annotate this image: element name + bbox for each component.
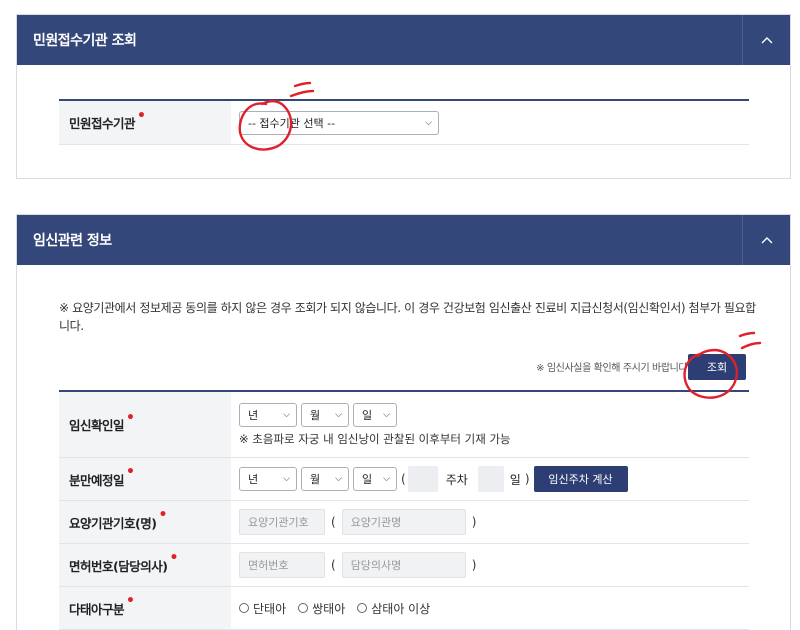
required-mark: •: [169, 550, 178, 566]
form-row: 면허번호(담당의사) • 면허번호 ( 담당의사명 ): [59, 544, 749, 587]
row-label: 면허번호(담당의사) •: [59, 544, 231, 586]
radio-triplets[interactable]: 삼태아 이상: [357, 600, 430, 617]
chevron-up-icon: [761, 37, 772, 44]
paren-open: (: [331, 558, 336, 572]
chevron-down-icon: ⌵: [383, 474, 390, 484]
confirm-month-select[interactable]: 월 ⌵: [301, 402, 349, 427]
form-row: 다태아구분 • 단태아 쌍태아 삼태아 이상: [59, 587, 749, 630]
row-value: 면허번호 ( 담당의사명 ): [231, 544, 749, 586]
select-value: 년: [248, 408, 259, 422]
required-mark: •: [158, 507, 167, 523]
confirm-year-select[interactable]: 년 ⌵: [239, 402, 297, 427]
agency-lookup-title: 민원접수기관 조회: [33, 33, 137, 49]
clinic-code-input[interactable]: 요양기관기호: [239, 509, 325, 535]
confirm-hint: ※ 임신사실을 확인해 주시기 바랍니다.: [536, 363, 690, 374]
agency-lookup-header: 민원접수기관 조회: [17, 15, 790, 65]
row-label: 다태아구분 •: [59, 587, 231, 629]
radio-label: 단태아: [253, 601, 287, 616]
doctor-name-input[interactable]: 담당의사명: [341, 552, 466, 578]
row-value: 년 ⌵ 월 ⌵ 일 ⌵ ※ 초음파로 자궁 내 임신낭이 관찰된 이후부터 기재 가능: [231, 392, 749, 457]
row-value: -- 접수기관 선택 -- ⌵: [231, 101, 749, 144]
due-month-select[interactable]: 월 ⌵: [301, 467, 349, 491]
select-value: 년: [248, 473, 259, 486]
select-value: 일: [362, 408, 373, 422]
row-label: 임신확인일 •: [59, 392, 231, 457]
pregnancy-info-title: 임신관련 정보: [33, 233, 112, 249]
paren-close: ): [471, 558, 477, 572]
agency-select-value: -- 접수기관 선택 --: [248, 116, 336, 130]
agency-form-table: 민원접수기관 • -- 접수기관 선택 -- ⌵: [59, 99, 749, 145]
agency-select[interactable]: -- 접수기관 선택 -- ⌵: [239, 110, 439, 135]
consent-note: ※ 요양기관에서 정보제공 동의를 하지 않은 경우 조회가 되지 않습니다. …: [59, 301, 756, 333]
form-row: 요양기관기호(명) • 요양기관기호 ( 요양기관명 ): [59, 501, 749, 544]
row-label: 민원접수기관 •: [59, 101, 231, 144]
select-value: 일: [362, 473, 373, 486]
chevron-up-icon: [761, 237, 772, 244]
agency-lookup-panel: 민원접수기관 조회 민원접수기관 • -- 접수기관 선택 -- ⌵: [16, 14, 791, 179]
pregnancy-info-header: 임신관련 정보: [17, 215, 790, 265]
day-input[interactable]: [477, 466, 504, 492]
row-value: 년 ⌵ 월 ⌵ 일 ⌵ ( 주차 일 ) 임신주차 계산: [231, 458, 749, 500]
chevron-down-icon: ⌵: [335, 409, 342, 420]
clinic-code-label: 요양기관기호(명): [69, 515, 157, 531]
required-mark: •: [137, 107, 146, 124]
pregnancy-form-table: 임신확인일 • 년 ⌵ 월 ⌵ 일 ⌵ ※ 초음파로 자궁 내 임신낭이 관찰된 이후부…: [59, 390, 749, 630]
clinic-name-input[interactable]: 요양기관명: [341, 509, 466, 535]
required-mark: •: [126, 409, 135, 426]
chevron-down-icon: ⌵: [335, 474, 342, 484]
radio-circle-icon: [357, 603, 368, 613]
form-row: 분만예정일 • 년 ⌵ 월 ⌵ 일 ⌵ ( 주차 일 ) 임신주차 계산: [59, 458, 749, 501]
week-unit: 주차: [445, 472, 468, 487]
due-year-select[interactable]: 년 ⌵: [239, 467, 297, 491]
chevron-down-icon: ⌵: [283, 474, 290, 484]
radio-label: 쌍태아: [312, 601, 346, 616]
radio-single[interactable]: 단태아: [239, 600, 286, 617]
collapse-toggle[interactable]: [742, 215, 790, 265]
required-mark: •: [126, 464, 135, 480]
day-unit: 일: [509, 472, 521, 487]
chevron-down-icon: ⌵: [425, 117, 432, 128]
week-input[interactable]: [407, 466, 438, 492]
radio-circle-icon: [239, 603, 249, 613]
lookup-button[interactable]: 조회: [688, 354, 746, 380]
row-value: 요양기관기호 ( 요양기관명 ): [231, 501, 749, 543]
row-label: 요양기관기호(명) •: [59, 501, 231, 543]
confirm-date-note: ※ 초음파로 자궁 내 임신낭이 관찰된 이후부터 기재 가능: [239, 431, 511, 446]
paren-open: (: [331, 515, 336, 529]
form-row: 민원접수기관 • -- 접수기관 선택 -- ⌵: [59, 101, 749, 145]
agency-label: 민원접수기관: [69, 116, 136, 131]
confirm-day-select[interactable]: 일 ⌵: [353, 402, 397, 427]
form-row: 임신확인일 • 년 ⌵ 월 ⌵ 일 ⌵ ※ 초음파로 자궁 내 임신낭이 관찰된 이후부…: [59, 392, 749, 458]
paren-open: (: [401, 472, 406, 486]
row-label: 분만예정일 •: [59, 458, 231, 500]
due-day-select[interactable]: 일 ⌵: [353, 467, 397, 491]
chevron-down-icon: ⌵: [283, 409, 290, 420]
multiple-birth-label: 다태아구분: [69, 601, 125, 617]
due-date-label: 분만예정일: [69, 472, 125, 488]
chevron-down-icon: ⌵: [383, 409, 390, 420]
calc-week-button[interactable]: 임신주차 계산: [533, 466, 628, 492]
license-input[interactable]: 면허번호: [239, 552, 325, 578]
radio-label: 삼태아 이상: [371, 601, 431, 616]
radio-circle-icon: [298, 603, 309, 613]
pregnancy-info-panel: 임신관련 정보 ※ 요양기관에서 정보제공 동의를 하지 않은 경우 조회가 되…: [16, 214, 791, 630]
row-value: 단태아 쌍태아 삼태아 이상: [231, 587, 749, 629]
select-value: 월: [310, 408, 321, 422]
required-mark: •: [126, 593, 135, 609]
select-value: 월: [310, 473, 321, 486]
paren-close: ): [524, 472, 530, 486]
paren-close: ): [471, 515, 477, 529]
confirm-date-label: 임신확인일: [69, 418, 125, 433]
radio-twins[interactable]: 쌍태아: [298, 600, 345, 617]
collapse-toggle[interactable]: [742, 15, 790, 65]
license-label: 면허번호(담당의사): [69, 558, 168, 574]
